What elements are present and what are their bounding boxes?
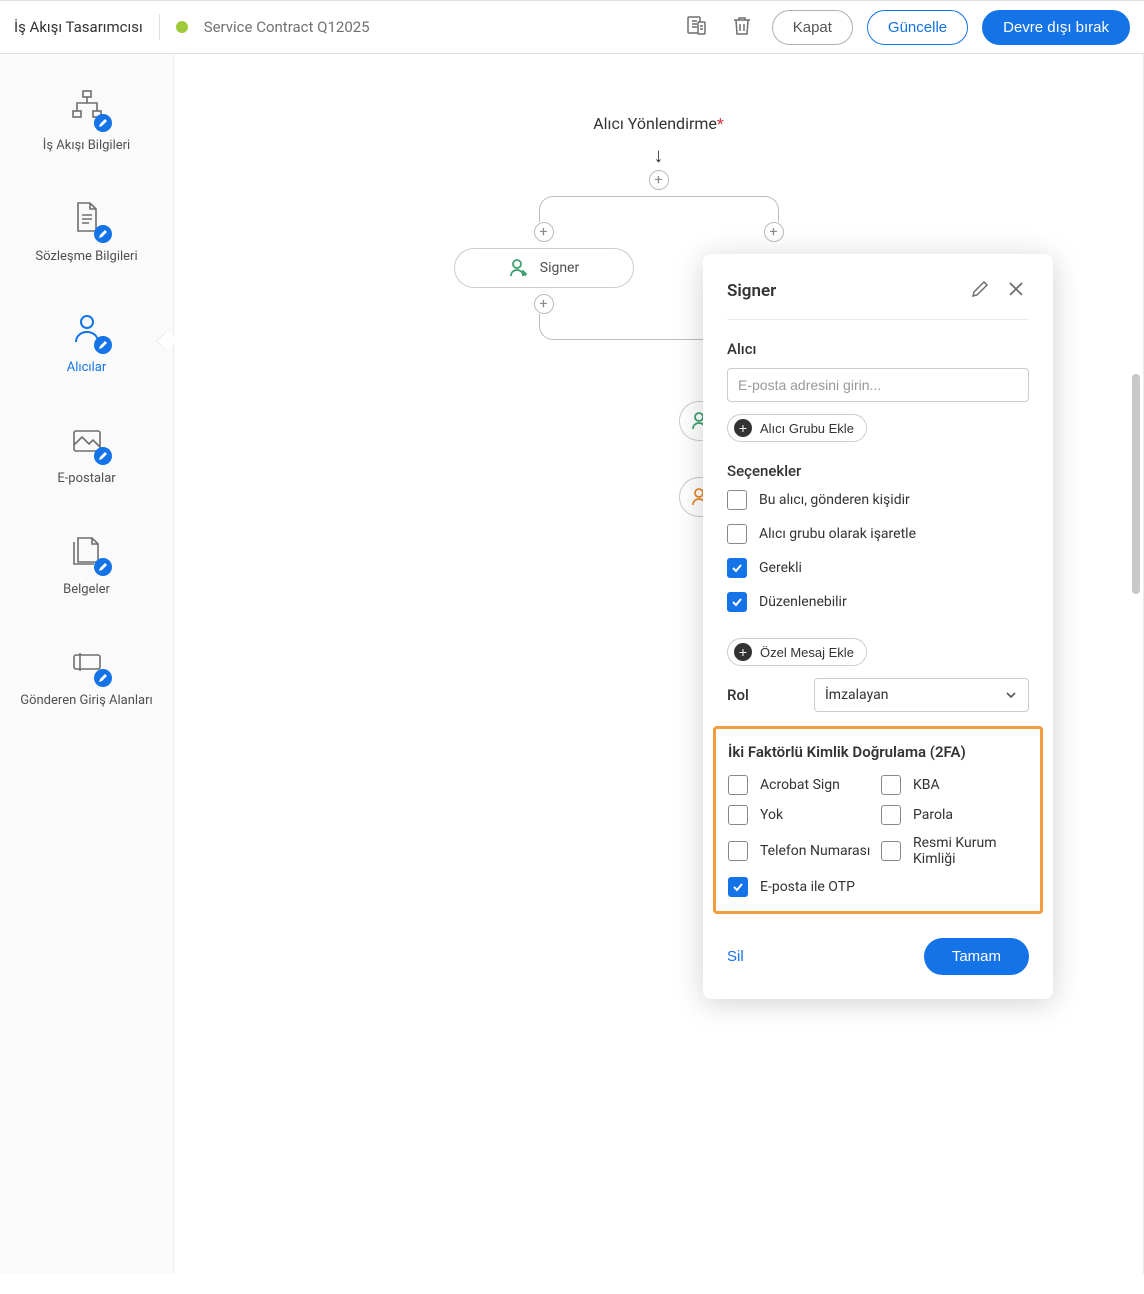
- checkbox-label: KBA: [913, 777, 940, 793]
- role-select[interactable]: İmzalayan: [814, 678, 1029, 712]
- sidebar-item-label: Alıcılar: [67, 360, 107, 375]
- edit-badge-icon: [94, 558, 112, 576]
- add-recipient-group-button[interactable]: + Alıcı Grubu Ekle: [727, 414, 867, 442]
- checkbox-editable[interactable]: [727, 592, 747, 612]
- checkbox-sender[interactable]: [727, 490, 747, 510]
- sidebar-item-emails[interactable]: E-postalar: [0, 417, 173, 486]
- trash-icon[interactable]: [726, 10, 758, 45]
- checkbox-password[interactable]: [881, 805, 901, 825]
- checkbox-email-otp[interactable]: [728, 877, 748, 897]
- status-dot-icon: [176, 21, 188, 33]
- copy-icon[interactable]: [680, 10, 712, 45]
- sidebar-item-sender-fields[interactable]: Gönderen Giriş Alanları: [0, 639, 173, 708]
- edit-icon[interactable]: [967, 276, 993, 305]
- add-node-button[interactable]: +: [534, 294, 554, 314]
- signer-node[interactable]: Signer: [454, 248, 634, 288]
- signer-icon: [508, 257, 530, 279]
- sidebar-item-label: Belgeler: [63, 582, 110, 597]
- plus-icon: +: [734, 643, 752, 661]
- signer-panel: Signer Alıcı + Alıcı Grubu Ekle Seçenekl…: [703, 254, 1053, 999]
- delete-button[interactable]: Sil: [727, 948, 744, 965]
- checkbox-kba[interactable]: [881, 775, 901, 795]
- sidebar-item-label: Sözleşme Bilgileri: [35, 249, 137, 264]
- close-icon[interactable]: [1003, 276, 1029, 305]
- topbar: İş Akışı Tasarımcısı Service Contract Q1…: [0, 0, 1144, 54]
- add-message-button[interactable]: + Özel Mesaj Ekle: [727, 638, 867, 666]
- scrollbar[interactable]: [1132, 374, 1140, 594]
- ok-button[interactable]: Tamam: [924, 938, 1029, 975]
- update-button[interactable]: Güncelle: [867, 10, 968, 45]
- close-button[interactable]: Kapat: [772, 10, 853, 45]
- checkbox-none[interactable]: [728, 805, 748, 825]
- edit-badge-icon: [94, 447, 112, 465]
- options-label: Seçenekler: [727, 462, 1029, 480]
- checkbox-gov-id[interactable]: [881, 841, 901, 861]
- tfa-title: İki Faktörlü Kimlik Doğrulama (2FA): [728, 743, 1028, 761]
- flow-title: Alıcı Yönlendirme*: [214, 114, 1103, 133]
- checkbox-mark-group[interactable]: [727, 524, 747, 544]
- add-node-button[interactable]: +: [649, 170, 669, 190]
- checkbox-label: Alıcı grubu olarak işaretle: [759, 526, 916, 542]
- checkbox-label: E-posta ile OTP: [760, 879, 855, 895]
- sidebar: İş Akışı Bilgileri Sözleşme Bilgileri Al…: [0, 54, 174, 1274]
- panel-title: Signer: [727, 281, 776, 301]
- edit-badge-icon: [94, 336, 112, 354]
- sidebar-item-documents[interactable]: Belgeler: [0, 528, 173, 597]
- disable-button[interactable]: Devre dışı bırak: [982, 10, 1130, 45]
- checkbox-acrobat-sign[interactable]: [728, 775, 748, 795]
- add-node-button[interactable]: +: [534, 222, 554, 242]
- checkbox-label: Acrobat Sign: [760, 777, 840, 793]
- edit-badge-icon: [94, 225, 112, 243]
- sidebar-item-label: İş Akışı Bilgileri: [43, 138, 130, 153]
- doc-name: Service Contract Q12025: [204, 18, 370, 36]
- checkbox-label: Düzenlenebilir: [759, 594, 847, 610]
- role-label: Rol: [727, 686, 749, 704]
- sidebar-item-label: E-postalar: [57, 471, 115, 486]
- canvas: Alıcı Yönlendirme* ↓ + + Signer +: [174, 54, 1144, 1274]
- checkbox-label: Parola: [913, 807, 953, 823]
- sidebar-item-contract-info[interactable]: Sözleşme Bilgileri: [0, 195, 173, 264]
- edit-badge-icon: [94, 114, 112, 132]
- checkbox-phone[interactable]: [728, 841, 748, 861]
- arrow-down-icon: ↓: [214, 143, 1103, 168]
- chevron-down-icon: [1004, 688, 1018, 702]
- tfa-section: İki Faktörlü Kimlik Doğrulama (2FA) Acro…: [713, 726, 1043, 914]
- checkbox-label: Telefon Numarası: [760, 843, 870, 859]
- edit-badge-icon: [94, 669, 112, 687]
- checkbox-label: Gerekli: [759, 560, 802, 576]
- checkbox-required[interactable]: [727, 558, 747, 578]
- checkbox-label: Yok: [760, 807, 783, 823]
- branch-connector: [539, 196, 779, 222]
- checkbox-label: Bu alıcı, gönderen kişidir: [759, 492, 910, 508]
- add-node-button[interactable]: +: [764, 222, 784, 242]
- recipient-label: Alıcı: [727, 340, 1029, 358]
- plus-icon: +: [734, 419, 752, 437]
- sidebar-item-label: Gönderen Giriş Alanları: [20, 693, 153, 708]
- sidebar-item-recipients[interactable]: Alıcılar: [0, 306, 173, 375]
- sidebar-item-workflow-info[interactable]: İş Akışı Bilgileri: [0, 84, 173, 153]
- email-input[interactable]: [727, 368, 1029, 402]
- divider: [159, 14, 160, 40]
- app-title: İş Akışı Tasarımcısı: [14, 18, 143, 36]
- checkbox-label: Resmi Kurum Kimliği: [913, 835, 1028, 867]
